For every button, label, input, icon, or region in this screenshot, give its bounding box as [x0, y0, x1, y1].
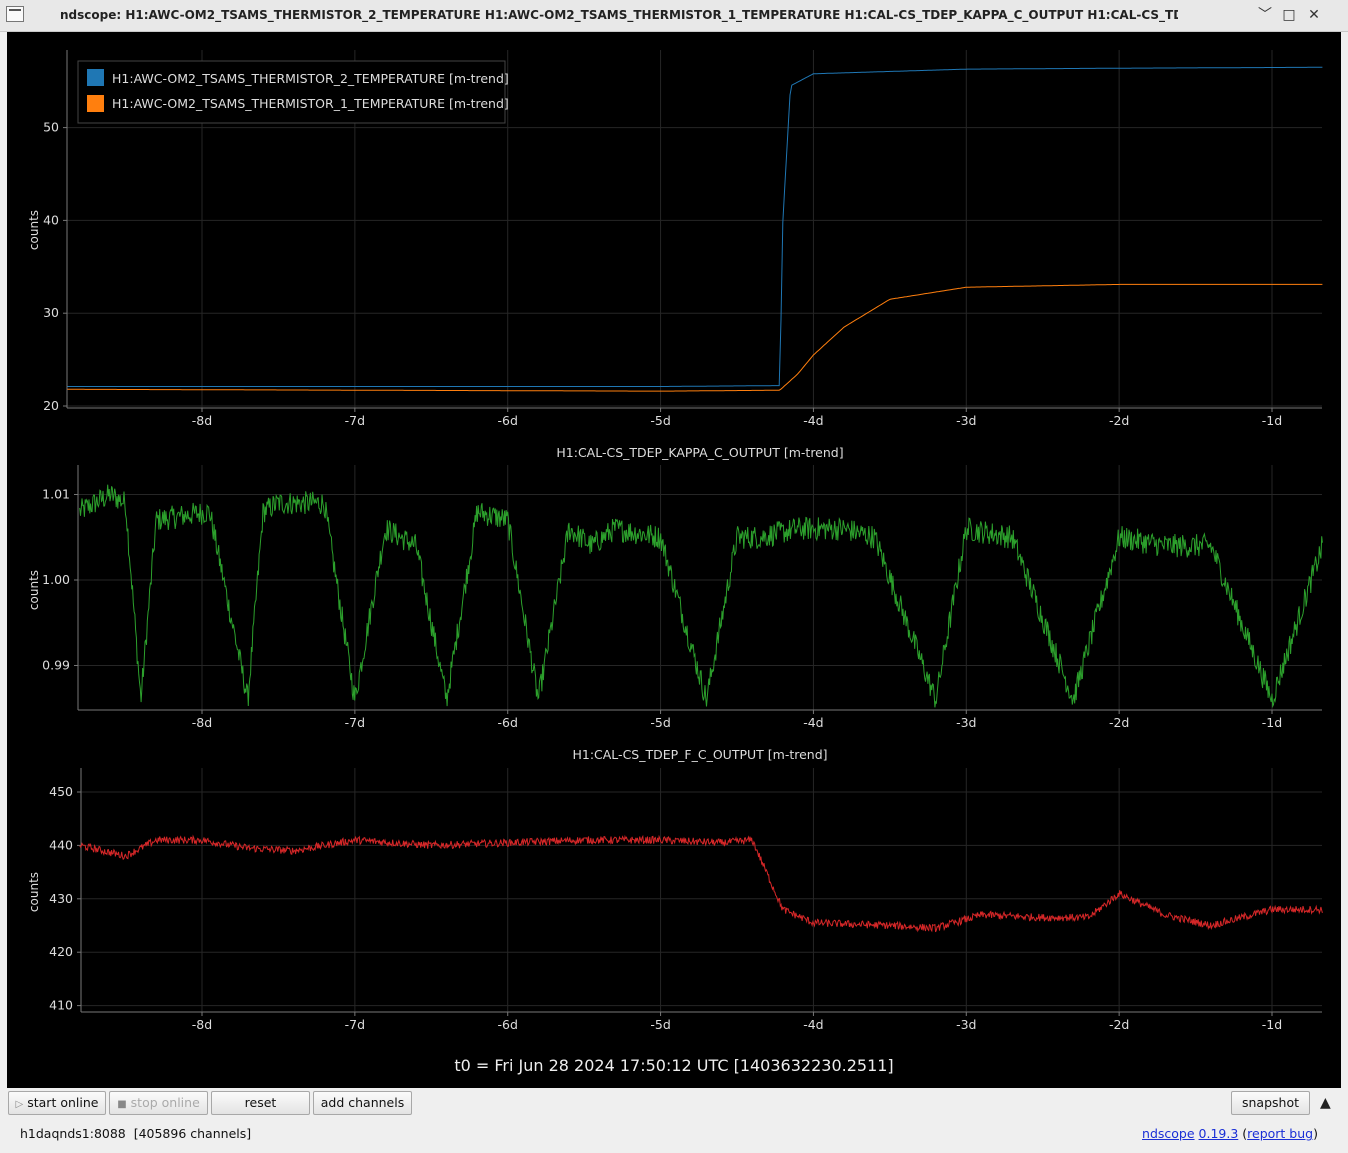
plot-kappa-c[interactable]: H1:CAL-CS_TDEP_KAPPA_C_OUTPUT [m-trend] … [27, 445, 1323, 730]
y-tick-label: 30 [43, 305, 59, 320]
ndscope-link[interactable]: ndscope [1142, 1126, 1195, 1141]
stop-online-label: stop online [130, 1095, 200, 1110]
x-tick-label: -5d [650, 715, 670, 730]
legend-entry-thermistor-1[interactable]: H1:AWC-OM2_TSAMS_THERMISTOR_1_TEMPERATUR… [112, 96, 509, 111]
x-tick-label: -6d [498, 413, 518, 428]
legend-swatch-orange [87, 95, 104, 112]
y-tick-label: 450 [49, 784, 73, 799]
x-tick-label: -7d [345, 1017, 365, 1032]
y-tick-label: 50 [43, 120, 59, 135]
version-link[interactable]: 0.19.3 [1199, 1126, 1239, 1141]
y-tick-label: 20 [43, 398, 59, 413]
x-tick-label: -3d [956, 413, 976, 428]
x-tick-label: -2d [1109, 715, 1129, 730]
plot2-y-ticks: 0.99 1.00 1.01 [42, 487, 78, 673]
scope-plot-area[interactable]: 20 30 40 50 -8d -7d -6d -5d -4d -3d -2d -1d counts… [7, 32, 1341, 1088]
x-tick-label: -7d [345, 715, 365, 730]
plot3-series [79, 834, 1323, 933]
x-tick-label: -7d [345, 413, 365, 428]
plot1-y-ticks: 20 30 40 50 [43, 120, 67, 413]
start-online-label: start online [27, 1095, 99, 1110]
stop-online-button[interactable]: ■ stop online [109, 1091, 208, 1115]
y-tick-label: 1.00 [42, 572, 70, 587]
y-tick-label: 410 [49, 998, 73, 1013]
server-status: h1daqnds1:8088 [405896 channels] [20, 1126, 252, 1141]
x-tick-label: -2d [1109, 413, 1129, 428]
plot-temperature[interactable]: 20 30 40 50 -8d -7d -6d -5d -4d -3d -2d -1d counts… [27, 50, 1323, 428]
plot1-y-label: counts [27, 210, 41, 250]
report-bug-link[interactable]: report bug [1247, 1126, 1313, 1141]
x-tick-label: -3d [956, 715, 976, 730]
plot3-y-label: counts [27, 872, 41, 912]
close-icon[interactable]: ✕ [1305, 6, 1323, 24]
y-tick-label: 1.01 [42, 487, 70, 502]
x-tick-label: -5d [650, 413, 670, 428]
plot3-grid [81, 768, 1322, 1012]
x-tick-label: -4d [803, 1017, 823, 1032]
legend-swatch-blue [87, 69, 104, 86]
x-tick-label: -1d [1262, 1017, 1282, 1032]
legend-entry-thermistor-2[interactable]: H1:AWC-OM2_TSAMS_THERMISTOR_2_TEMPERATUR… [112, 71, 509, 86]
x-tick-label: -8d [192, 1017, 212, 1032]
start-online-button[interactable]: ▷ start online [8, 1091, 106, 1115]
window-titlebar[interactable]: ndscope: H1:AWC-OM2_TSAMS_THERMISTOR_2_T… [0, 0, 1348, 32]
y-tick-label: 420 [49, 944, 73, 959]
plot3-title: H1:CAL-CS_TDEP_F_C_OUTPUT [m-trend] [572, 747, 827, 762]
x-tick-label: -4d [803, 715, 823, 730]
t0-label: t0 = Fri Jun 28 2024 17:50:12 UTC [14036… [454, 1056, 893, 1075]
play-icon: ▷ [15, 1099, 24, 1110]
window-menu-icon[interactable] [6, 6, 24, 22]
plot2-x-ticks: -8d -7d -6d -5d -4d -3d -2d -1d [192, 710, 1282, 730]
version-info: ndscope 0.19.3 (report bug) [1142, 1126, 1318, 1141]
y-tick-label: 430 [49, 891, 73, 906]
plot-f-c[interactable]: H1:CAL-CS_TDEP_F_C_OUTPUT [m-trend] 4104… [27, 747, 1323, 1032]
x-tick-label: -8d [192, 413, 212, 428]
x-tick-label: -3d [956, 1017, 976, 1032]
window-title: ndscope: H1:AWC-OM2_TSAMS_THERMISTOR_2_T… [60, 8, 1178, 22]
stop-icon: ■ [117, 1099, 127, 1110]
series-line [79, 834, 1323, 933]
minimize-icon[interactable]: ﹀ [1256, 6, 1274, 24]
x-tick-label: -6d [498, 715, 518, 730]
x-tick-label: -8d [192, 715, 212, 730]
plot2-title: H1:CAL-CS_TDEP_KAPPA_C_OUTPUT [m-trend] [556, 445, 843, 460]
x-tick-label: -4d [803, 413, 823, 428]
scope-plots-svg[interactable]: 20 30 40 50 -8d -7d -6d -5d -4d -3d -2d -1d counts… [7, 32, 1341, 1088]
x-tick-label: -6d [498, 1017, 518, 1032]
series-line [67, 283, 1323, 392]
x-tick-label: -5d [650, 1017, 670, 1032]
plot3-x-ticks: -8d -7d -6d -5d -4d -3d -2d -1d [192, 1012, 1282, 1032]
plot1-legend[interactable]: H1:AWC-OM2_TSAMS_THERMISTOR_2_TEMPERATUR… [77, 60, 509, 124]
maximize-icon[interactable]: □ [1280, 6, 1298, 24]
plot3-y-ticks: 410 420 430 440 450 [49, 784, 81, 1013]
plot2-y-label: counts [27, 570, 41, 610]
x-tick-label: -1d [1262, 715, 1282, 730]
x-tick-label: -1d [1262, 413, 1282, 428]
y-tick-label: 0.99 [42, 658, 70, 673]
plot1-x-ticks: -8d -7d -6d -5d -4d -3d -2d -1d [192, 408, 1282, 428]
reset-button[interactable]: reset [211, 1091, 310, 1115]
y-tick-label: 440 [49, 837, 73, 852]
collapse-arrow-icon[interactable]: ▲ [1320, 1095, 1331, 1111]
add-channels-button[interactable]: add channels [313, 1091, 412, 1115]
snapshot-button[interactable]: snapshot [1231, 1091, 1310, 1115]
series-line [79, 484, 1323, 709]
plot2-series [79, 484, 1323, 709]
x-tick-label: -2d [1109, 1017, 1129, 1032]
y-tick-label: 40 [43, 212, 59, 227]
